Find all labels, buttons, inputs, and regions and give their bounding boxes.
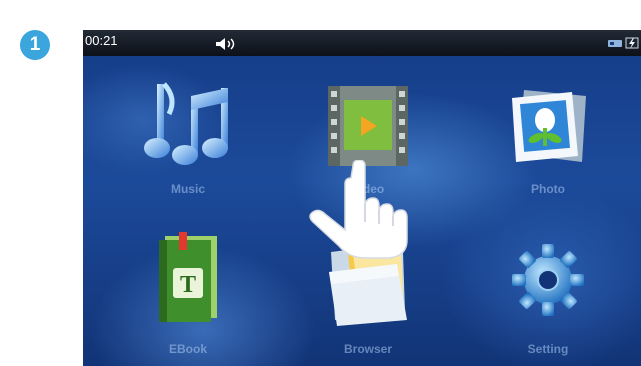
app-label-ebook: EBook bbox=[168, 342, 207, 356]
app-tile-ebook[interactable]: T EBook bbox=[128, 228, 248, 366]
pointing-hand-icon bbox=[309, 160, 408, 259]
usb-connection-icon bbox=[607, 36, 623, 55]
photo-flower-icon bbox=[512, 90, 586, 162]
app-label-music: Music bbox=[170, 182, 205, 196]
gear-icon bbox=[512, 244, 584, 316]
speaker-icon[interactable] bbox=[215, 37, 241, 56]
app-label-browser: Browser bbox=[343, 342, 393, 356]
music-notes-icon bbox=[144, 82, 228, 165]
step-number-badge: 1 bbox=[20, 30, 50, 60]
film-strip-icon bbox=[328, 86, 408, 166]
clock-time: 00:21 bbox=[85, 33, 118, 48]
svg-text:T: T bbox=[180, 272, 196, 298]
app-tile-music[interactable]: Music bbox=[128, 78, 248, 228]
battery-charging-icon bbox=[625, 36, 639, 55]
status-bar: 00:21 bbox=[83, 30, 641, 56]
app-label-setting: Setting bbox=[527, 342, 569, 356]
book-icon: T bbox=[159, 232, 217, 322]
device-home-screen: 00:21 Music Video Photo T EBook Browser … bbox=[83, 30, 641, 366]
app-label-photo: Photo bbox=[531, 182, 565, 196]
app-tile-photo[interactable]: Photo bbox=[488, 78, 608, 228]
status-icons bbox=[607, 36, 639, 55]
app-tile-setting[interactable]: Setting bbox=[488, 228, 608, 366]
